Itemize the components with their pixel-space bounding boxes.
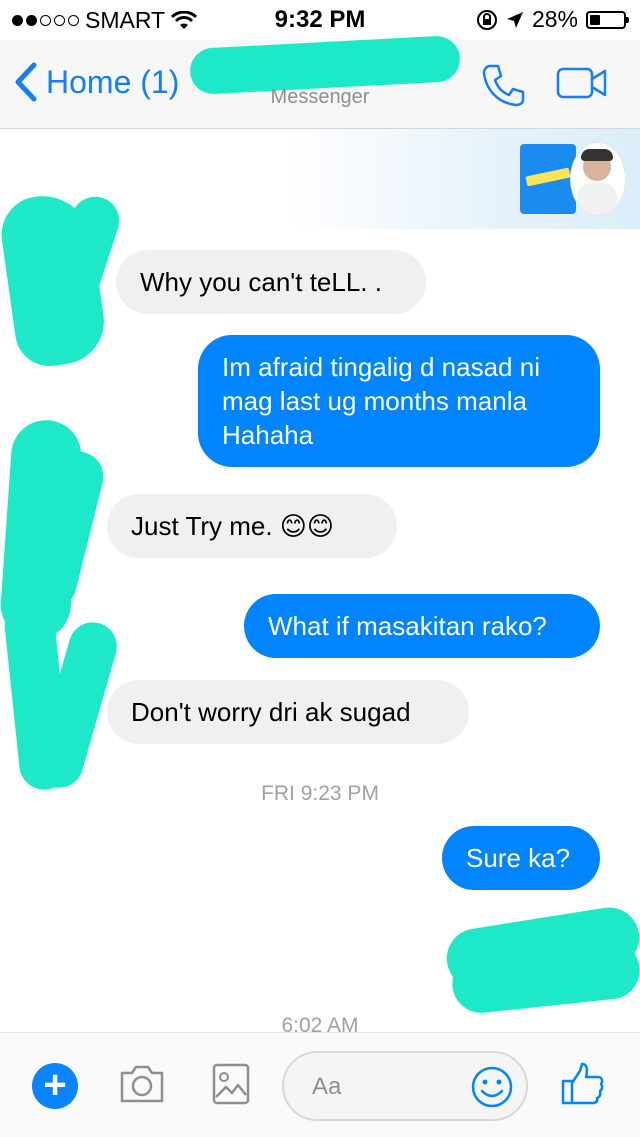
timestamp: FRI 9:23 PM	[261, 782, 379, 805]
gallery-icon[interactable]	[212, 1063, 250, 1105]
emoji-icon[interactable]	[470, 1065, 514, 1109]
phone-icon[interactable]	[480, 62, 526, 108]
battery-icon	[586, 10, 629, 29]
status-bar: SMART 9:32 PM 28%	[0, 0, 640, 40]
status-right: 28%	[476, 6, 629, 33]
message-composer: + Aa	[0, 1032, 640, 1137]
contact-avatar[interactable]	[570, 142, 626, 216]
message-outgoing[interactable]: Im afraid tingalig d nasad ni mag last u…	[198, 335, 600, 467]
rotation-lock-icon	[476, 9, 497, 30]
video-camera-icon[interactable]	[556, 66, 608, 100]
message-input[interactable]: Aa	[282, 1051, 528, 1121]
message-input-placeholder: Aa	[312, 1073, 342, 1100]
location-arrow-icon	[506, 11, 523, 28]
message-outgoing[interactable]: Sure ka?	[442, 826, 600, 890]
camera-icon[interactable]	[118, 1063, 166, 1105]
message-incoming[interactable]: Don't worry dri ak sugad	[107, 680, 469, 744]
message-outgoing[interactable]: What if masakitan rako?	[244, 594, 600, 658]
thumbs-up-icon[interactable]	[560, 1061, 606, 1107]
conversation-header: Home (1) Messenger	[0, 34, 640, 129]
shared-photo-thumbnail[interactable]	[520, 144, 576, 214]
conversation-subtitle: Messenger	[270, 86, 370, 108]
battery-percent: 28%	[531, 6, 578, 32]
message-incoming[interactable]: Just Try me. 😊😊	[107, 494, 397, 558]
plus-icon[interactable]: +	[32, 1063, 78, 1109]
message-incoming[interactable]: Why you can't teLL. .	[116, 250, 426, 314]
